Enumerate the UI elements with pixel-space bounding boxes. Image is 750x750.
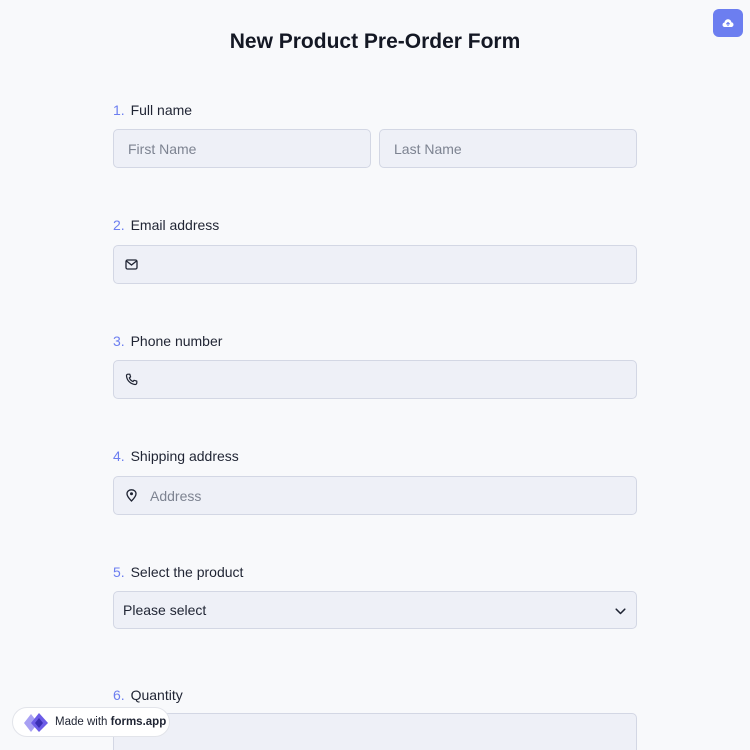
- first-name-placeholder: First Name: [128, 140, 197, 157]
- question-full-name: 1. Full name: [113, 100, 637, 120]
- email-input[interactable]: [113, 245, 637, 284]
- question-number: 2.: [113, 217, 125, 233]
- product-select[interactable]: Please select: [113, 591, 637, 629]
- question-number: 5.: [113, 564, 125, 580]
- question-number: 1.: [113, 102, 125, 118]
- mail-icon: [124, 258, 138, 272]
- address-input[interactable]: Address: [113, 476, 637, 515]
- product-select-value: Please select: [123, 602, 207, 618]
- first-name-input[interactable]: First Name: [113, 129, 371, 168]
- location-pin-icon: [124, 489, 138, 503]
- question-shipping-address: 4. Shipping address: [113, 446, 637, 466]
- question-label: 6. Quantity: [113, 685, 637, 705]
- question-text: Email address: [130, 217, 220, 233]
- quantity-input[interactable]: [113, 713, 637, 750]
- chevron-down-icon: [615, 602, 626, 618]
- badge-brand: forms.app: [110, 716, 167, 728]
- made-with-badge[interactable]: Made with forms.app: [12, 707, 170, 737]
- question-label: 3. Phone number: [113, 331, 637, 351]
- forms-app-logo-icon: [24, 713, 48, 732]
- form-title: New Product Pre-Order Form: [229, 30, 521, 53]
- question-number: 6.: [113, 687, 125, 703]
- question-text: Select the product: [130, 564, 244, 580]
- question-phone: 3. Phone number: [113, 331, 637, 351]
- last-name-input[interactable]: Last Name: [379, 129, 637, 168]
- question-label: 5. Select the product: [113, 562, 637, 582]
- question-select-product: 5. Select the product: [113, 562, 637, 582]
- question-number: 4.: [113, 448, 125, 464]
- address-placeholder: Address: [150, 487, 202, 504]
- question-number: 3.: [113, 333, 125, 349]
- question-label: 2. Email address: [113, 215, 637, 235]
- phone-icon: [124, 373, 138, 387]
- question-label: 4. Shipping address: [113, 446, 637, 466]
- question-text: Shipping address: [130, 448, 239, 464]
- phone-input[interactable]: [113, 360, 637, 399]
- question-label: 1. Full name: [113, 100, 637, 120]
- question-text: Full name: [130, 102, 193, 118]
- form-page: New Product Pre-Order Form 1. Full name …: [0, 0, 750, 750]
- question-quantity: 6. Quantity: [113, 685, 637, 705]
- badge-prefix: Made with: [55, 716, 108, 728]
- last-name-placeholder: Last Name: [394, 140, 462, 157]
- question-text: Quantity: [130, 687, 183, 703]
- cloud-upload-icon: [722, 19, 734, 27]
- question-email: 2. Email address: [113, 215, 637, 235]
- question-text: Phone number: [130, 333, 223, 349]
